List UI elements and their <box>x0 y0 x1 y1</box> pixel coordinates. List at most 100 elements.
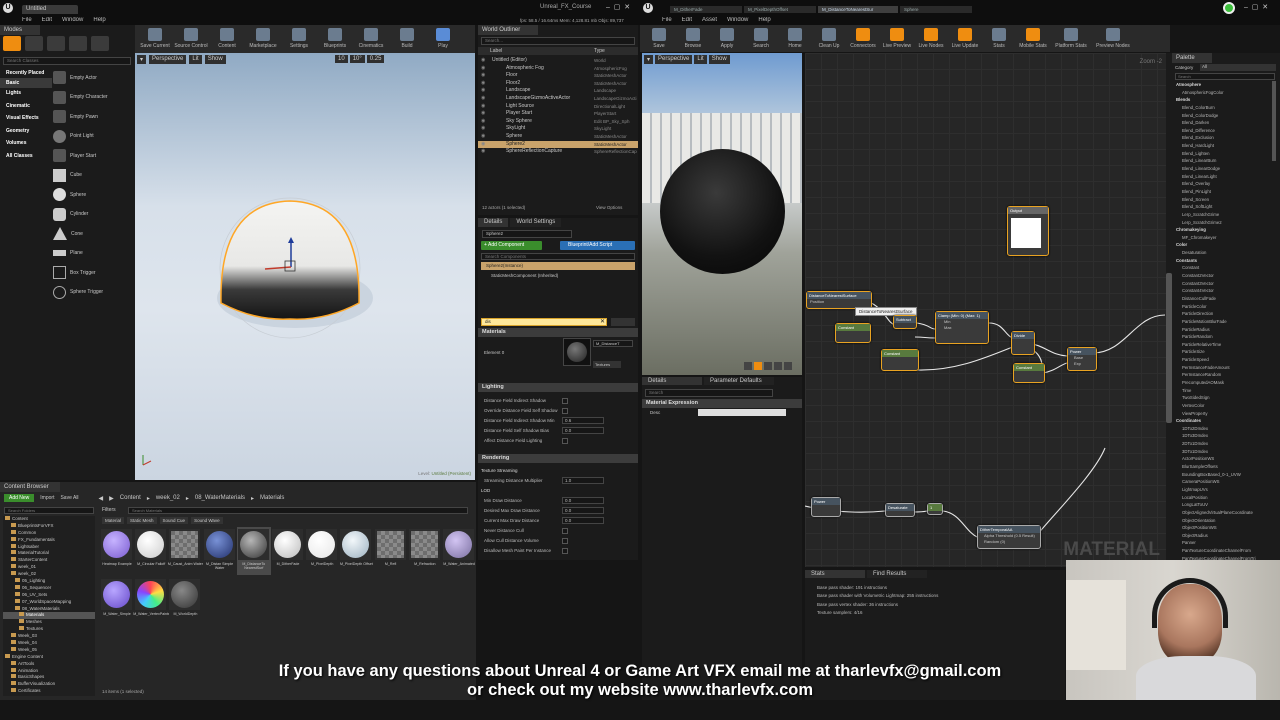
add-new-button[interactable]: Add New <box>4 494 35 502</box>
outliner-row[interactable]: ◉ LandscapeGizmoActiveActor LandscapeGizmo… <box>478 95 638 103</box>
actor-item[interactable]: Player Start <box>53 146 133 166</box>
palette-item[interactable]: Blend_Lighten <box>1174 150 1270 158</box>
toolbar-button[interactable]: Connectors <box>847 27 879 51</box>
category-item[interactable]: Geometry <box>0 126 52 139</box>
folder-item[interactable]: Textures <box>3 626 95 633</box>
world-outliner-tab[interactable]: World Outliner <box>478 25 538 35</box>
asset-tile[interactable]: M_Distan Simple Water <box>203 527 237 575</box>
palette-item[interactable]: Blend_HardLight <box>1174 142 1270 150</box>
desaturation-node[interactable]: Desaturate <box>885 503 915 517</box>
toolbar-button[interactable]: Live Update <box>949 27 981 51</box>
folder-item[interactable]: FX_Fundamentals <box>3 536 95 544</box>
teapot-icon[interactable] <box>784 362 792 370</box>
constant-node[interactable]: 1 <box>927 503 943 515</box>
asset-tile[interactable]: M_WorldDepth <box>168 577 202 625</box>
outliner-search-input[interactable]: Search... <box>481 37 635 45</box>
palette-item[interactable]: BoundingBoxBased_0-1_UVW <box>1174 471 1270 479</box>
category-item[interactable]: All Classes <box>0 151 52 164</box>
actor-item[interactable]: Box Trigger <box>53 263 133 283</box>
output-preview-node[interactable]: Output <box>1007 206 1049 256</box>
rendering-section[interactable]: Rendering <box>478 454 638 463</box>
toolbar-button[interactable]: Live Preview <box>881 27 913 51</box>
content-button[interactable]: Content <box>210 27 244 51</box>
material-thumbnail[interactable] <box>563 338 591 366</box>
asset-tab[interactable]: Sphere <box>900 6 972 13</box>
menu-edit[interactable]: Edit <box>682 17 692 25</box>
outliner-row[interactable]: ◉ Atmospheric Fog AtmosphericFog <box>478 65 638 73</box>
visibility-eye-icon[interactable]: ◉ <box>481 57 485 65</box>
outliner-row[interactable]: ◉ Untitled (Editor) World <box>478 57 638 65</box>
path-0[interactable]: Content <box>120 495 141 501</box>
asset-tile[interactable]: M_Refraction <box>408 527 442 575</box>
clamp-node[interactable]: Clamp (Min: 0) (Max: 1) Min Max <box>935 311 989 344</box>
palette-item[interactable]: ParticleSpeed <box>1174 356 1270 364</box>
visibility-eye-icon[interactable]: ◉ <box>481 80 485 88</box>
palette-item[interactable]: PrecomputedAOMask <box>1174 379 1270 387</box>
back-icon[interactable]: ◀ <box>99 495 104 502</box>
blueprint-add-script-button[interactable]: Blueprint/Add Script <box>560 241 635 250</box>
palette-item[interactable]: Blend_Overlay <box>1174 180 1270 188</box>
folder-search-input[interactable]: Search Folders <box>4 507 94 514</box>
palette-category[interactable]: Chromakeying <box>1174 226 1270 234</box>
palette-item[interactable]: Blend_ColorDodge <box>1174 112 1270 120</box>
actor-item[interactable]: Empty Pawn <box>53 107 133 127</box>
palette-item[interactable]: ActorPositionWS <box>1174 455 1270 463</box>
place-mode-icon[interactable] <box>3 36 21 51</box>
palette-item[interactable]: VertexColor <box>1174 402 1270 410</box>
palette-item[interactable]: TwoSidedSign <box>1174 394 1270 402</box>
palette-item[interactable]: ObjectRadius <box>1174 532 1270 540</box>
cinematics-button[interactable]: Cinematics <box>354 27 388 51</box>
save-all-button[interactable]: Save All <box>60 495 78 501</box>
asset-tile[interactable]: M_Circular Falloff <box>134 527 168 575</box>
details-tab[interactable]: Details <box>478 218 509 227</box>
toolbar-button[interactable]: Clean Up <box>813 27 845 51</box>
visibility-eye-icon[interactable]: ◉ <box>481 87 485 95</box>
toolbar-button[interactable]: Save <box>643 27 675 51</box>
palette-item[interactable]: Constant2Vector <box>1174 272 1270 280</box>
property-checkbox[interactable] <box>562 408 568 414</box>
forward-icon[interactable]: ▶ <box>109 495 114 502</box>
palette-item[interactable]: ParticleMotionBlurFade <box>1174 318 1270 326</box>
material-preview-viewport[interactable]: ▾ Perspective Lit Show <box>642 53 802 375</box>
category-item[interactable]: Recently Placed <box>0 68 52 78</box>
palette-item[interactable]: Panner <box>1174 539 1270 547</box>
outliner-row[interactable]: ◉ Sphere StaticMeshActor <box>478 133 638 141</box>
folder-item[interactable]: 06_UV_Sets <box>3 591 95 599</box>
find-results-tab[interactable]: Find Results <box>867 570 927 578</box>
folder-item[interactable]: week_02 <box>3 571 95 578</box>
folder-item[interactable]: Engine Content <box>3 653 95 661</box>
palette-category[interactable]: Coordinates <box>1174 417 1270 425</box>
property-value-field[interactable]: 0.0 <box>562 427 604 434</box>
source-control-button[interactable]: Source Control <box>174 27 208 51</box>
geometry-mode-icon[interactable] <box>91 36 109 51</box>
palette-item[interactable]: PerInstanceFadeAmount <box>1174 364 1270 372</box>
folder-item[interactable]: Common <box>3 529 95 537</box>
category-item[interactable]: Volumes <box>0 138 52 151</box>
toolbar-button[interactable]: Search <box>745 27 777 51</box>
visibility-eye-icon[interactable]: ◉ <box>481 72 485 80</box>
paint-mode-icon[interactable] <box>25 36 43 51</box>
asset-tile[interactable]: Heatmap Example <box>100 527 134 575</box>
import-button[interactable]: Import <box>40 495 54 501</box>
palette-item[interactable]: Blend_LinearLight <box>1174 173 1270 181</box>
actor-name-field[interactable]: Sphere2 <box>482 230 572 238</box>
asset-tile[interactable]: M_PixelDepth <box>305 527 339 575</box>
palette-item[interactable]: LongLatToUV <box>1174 501 1270 509</box>
toolbar-button[interactable]: Mobile Stats <box>1017 27 1049 51</box>
palette-item[interactable]: PanTextureCoordinateChannelFrom <box>1174 547 1270 555</box>
cylinder-icon[interactable] <box>744 362 752 370</box>
palette-item[interactable]: Blend_LinearDodge <box>1174 165 1270 173</box>
visibility-eye-icon[interactable]: ◉ <box>481 103 485 111</box>
source-control-status-icon[interactable] <box>1223 2 1235 14</box>
menu-file[interactable]: File <box>662 17 672 25</box>
viewport-menu-icon[interactable]: ▾ <box>644 55 654 64</box>
palette-item[interactable]: 2DTo1DIndex <box>1174 440 1270 448</box>
palette-item[interactable]: ParticleRelativeTime <box>1174 341 1270 349</box>
palette-item[interactable]: AtmosphericFogColor <box>1174 89 1270 97</box>
toolbar-button[interactable]: Live Nodes <box>915 27 947 51</box>
blueprints-button[interactable]: Blueprints <box>318 27 352 51</box>
category-item[interactable]: Basic <box>0 78 52 88</box>
toolbar-button[interactable]: Home <box>779 27 811 51</box>
category-item[interactable]: Lights <box>0 88 52 101</box>
parameter-defaults-tab[interactable]: Parameter Defaults <box>704 377 774 385</box>
